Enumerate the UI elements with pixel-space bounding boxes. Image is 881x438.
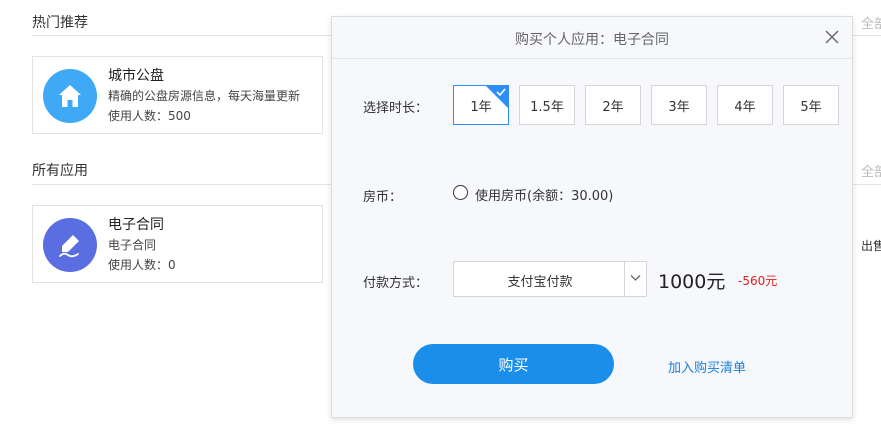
duration-option-1y[interactable]: 1年 xyxy=(453,85,509,125)
duration-option-3y[interactable]: 3年 xyxy=(651,85,707,125)
duration-option-2y[interactable]: 2年 xyxy=(585,85,641,125)
payment-method-value: 支付宝付款 xyxy=(507,275,573,290)
check-icon xyxy=(496,88,506,97)
app-icon-circle xyxy=(43,69,97,123)
duration-option-label: 4年 xyxy=(734,99,756,115)
close-icon[interactable] xyxy=(824,29,840,45)
duration-option-1-5y[interactable]: 1.5年 xyxy=(519,85,575,125)
house-icon xyxy=(59,85,81,107)
price: 1000元 xyxy=(658,271,726,293)
duration-option-label: 1.5年 xyxy=(530,99,564,115)
section-divider xyxy=(853,184,881,185)
chevron-down-icon xyxy=(630,275,641,281)
duration-option-4y[interactable]: 4年 xyxy=(717,85,773,125)
buy-button[interactable]: 购买 xyxy=(413,344,614,384)
coins-label: 房币： xyxy=(363,190,403,205)
modal-title: 购买个人应用：电子合同 xyxy=(515,32,669,48)
see-all-link[interactable]: 全部 xyxy=(861,161,881,180)
section-divider xyxy=(32,35,332,36)
app-card-city-listing[interactable]: 城市公盘 精确的公盘房源信息，每天海量更新 使用人数：500 xyxy=(32,56,323,134)
app-user-count: 使用人数：0 xyxy=(108,258,176,272)
see-all-link[interactable]: 全部 xyxy=(861,13,881,32)
duration-option-label: 5年 xyxy=(800,99,822,115)
app-card-e-contract[interactable]: 电子合同 电子合同 使用人数：0 xyxy=(32,205,323,283)
side-text: 出售 xyxy=(861,239,881,253)
use-coins-label[interactable]: 使用房币(余额：30.00) xyxy=(475,185,613,204)
app-user-count: 使用人数：500 xyxy=(108,109,191,123)
duration-label: 选择时长： xyxy=(363,101,429,116)
duration-option-5y[interactable]: 5年 xyxy=(783,85,839,125)
use-coins-radio[interactable] xyxy=(453,185,468,200)
modal-header: 购买个人应用：电子合同 xyxy=(332,17,852,59)
duration-option-label: 3年 xyxy=(668,99,690,115)
app-description: 精确的公盘房源信息，每天海量更新 xyxy=(108,89,301,103)
app-icon-circle xyxy=(43,218,97,272)
duration-option-label: 2年 xyxy=(602,99,624,115)
section-divider xyxy=(853,35,881,36)
payment-method-select[interactable]: 支付宝付款 xyxy=(453,261,647,297)
section-divider xyxy=(32,184,332,185)
app-description: 电子合同 xyxy=(108,238,157,252)
discount: -560元 xyxy=(738,274,778,288)
select-arrow[interactable] xyxy=(624,262,646,296)
purchase-modal: 购买个人应用：电子合同 选择时长： 1年 1.5年 2年 3年 4年 5年 房币… xyxy=(331,16,853,418)
hot-section-title: 热门推荐 xyxy=(32,15,88,31)
add-to-cart-link[interactable]: 加入购买清单 xyxy=(668,357,746,376)
payment-label: 付款方式： xyxy=(363,276,429,291)
app-name: 城市公盘 xyxy=(108,68,164,84)
pen-icon xyxy=(59,235,79,258)
app-name: 电子合同 xyxy=(108,217,164,233)
all-section-title: 所有应用 xyxy=(32,163,88,179)
